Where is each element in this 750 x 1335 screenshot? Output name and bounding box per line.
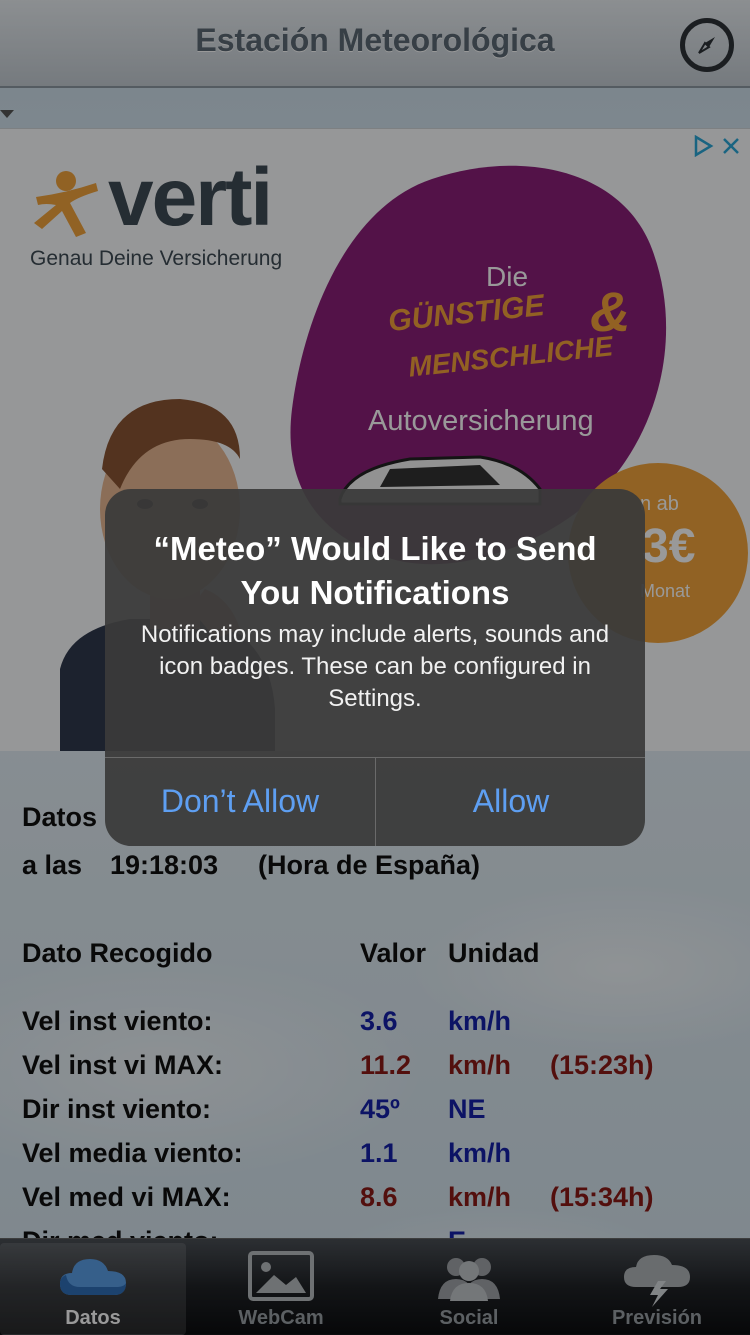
alert-message: Notifications may include alerts, sounds… (140, 621, 610, 712)
dont-allow-button[interactable]: Don’t Allow (105, 757, 375, 846)
allow-button[interactable]: Allow (376, 757, 645, 846)
notification-permission-alert: “Meteo” Would Like to Send You Notificat… (105, 489, 645, 846)
alert-title: “Meteo” Would Like to Send You Notificat… (153, 530, 597, 611)
